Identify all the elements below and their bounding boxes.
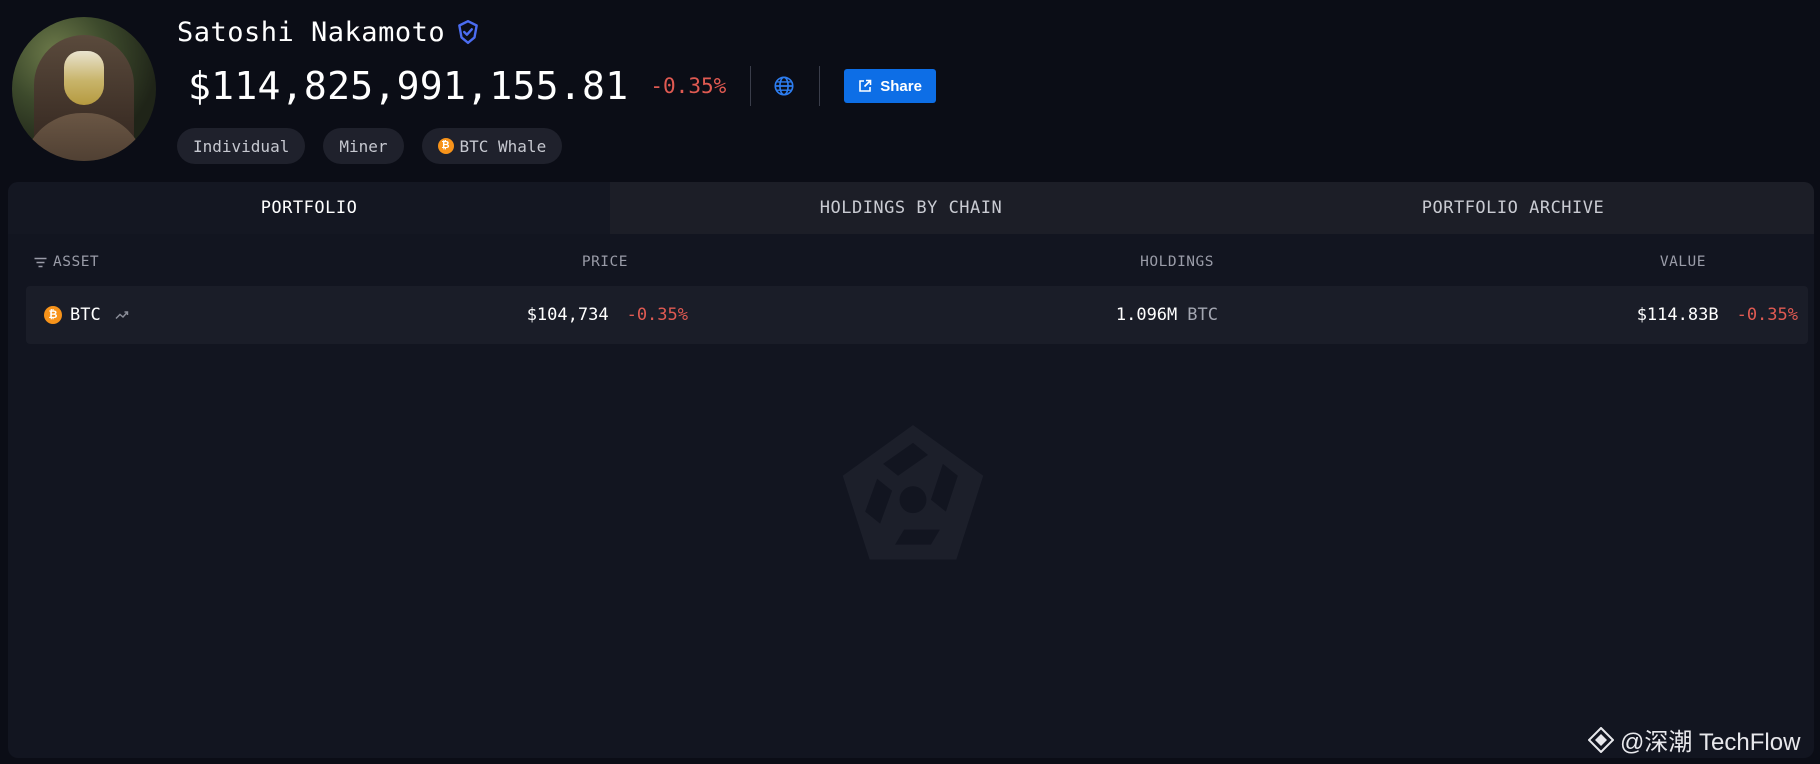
bitcoin-icon: ₿: [44, 306, 62, 324]
entity-name: Satoshi Nakamoto: [177, 16, 446, 48]
tab-portfolio[interactable]: PORTFOLIO: [8, 182, 610, 234]
tab-portfolio-archive[interactable]: PORTFOLIO ARCHIVE: [1212, 182, 1814, 234]
column-header-price[interactable]: PRICE: [582, 254, 628, 270]
tab-holdings-by-chain[interactable]: HOLDINGS BY CHAIN: [610, 182, 1212, 234]
portfolio-panel: PORTFOLIO HOLDINGS BY CHAIN PORTFOLIO AR…: [8, 182, 1814, 758]
watermark: @深潮 TechFlow: [1588, 722, 1800, 757]
asset-symbol[interactable]: BTC: [70, 305, 101, 325]
divider: [750, 66, 752, 106]
globe-icon[interactable]: [773, 75, 795, 97]
value-cell: $114.83B -0.35%: [1637, 286, 1798, 344]
entity-header: Satoshi Nakamoto $114,825,991,155.81 -0.…: [0, 0, 1820, 180]
column-header-holdings[interactable]: HOLDINGS: [1140, 254, 1214, 270]
asset-cell: ₿ BTC: [44, 286, 129, 344]
price-change: -0.35%: [626, 305, 688, 325]
price-cell: $104,734 -0.35%: [527, 286, 688, 344]
tag-individual[interactable]: Individual: [177, 128, 306, 164]
tag-label: Individual: [193, 136, 290, 156]
share-button-label: Share: [880, 77, 922, 95]
tag-btc-whale[interactable]: ₿ BTC Whale: [421, 128, 563, 164]
tag-label: BTC Whale: [459, 136, 547, 156]
holdings-amount: 1.096M: [1115, 305, 1178, 325]
entity-name-row: Satoshi Nakamoto: [177, 14, 481, 50]
value-change: -0.35%: [1736, 305, 1798, 325]
external-link-icon: [859, 79, 872, 92]
bitcoin-icon: ₿: [437, 138, 454, 154]
sort-icon: [34, 257, 47, 267]
holdings-cell: 1.096M BTC: [1116, 286, 1218, 344]
table-header: ASSET PRICE HOLDINGS VALUE: [8, 234, 1814, 290]
total-balance: $114,825,991,155.81: [188, 64, 629, 108]
divider: [819, 66, 821, 106]
asset-price: $104,734: [526, 305, 609, 325]
asset-value: $114.83B: [1636, 305, 1719, 325]
column-header-label: ASSET: [53, 254, 100, 270]
watermark-text: @深潮 TechFlow: [1620, 729, 1801, 756]
column-header-value[interactable]: VALUE: [1660, 254, 1706, 270]
table-row[interactable]: ₿ BTC $104,734 -0.35% 1.096M BTC $114.83…: [26, 286, 1808, 344]
column-header-asset[interactable]: ASSET: [34, 254, 99, 270]
holdings-unit: BTC: [1187, 305, 1218, 325]
tab-bar: PORTFOLIO HOLDINGS BY CHAIN PORTFOLIO AR…: [8, 182, 1814, 234]
verified-badge-icon: [458, 19, 478, 45]
trend-chart-icon[interactable]: [115, 310, 129, 320]
balance-change: -0.35%: [650, 74, 727, 98]
diamond-logo-icon: [1588, 726, 1614, 753]
arkham-logo-watermark-icon: [842, 424, 984, 560]
entity-tags: Individual Miner ₿ BTC Whale: [177, 128, 563, 164]
tag-miner[interactable]: Miner: [323, 128, 404, 164]
balance-row: $114,825,991,155.81 -0.35% Share: [188, 60, 936, 112]
share-button[interactable]: Share: [844, 69, 936, 103]
tag-label: Miner: [339, 136, 388, 156]
avatar: [12, 17, 156, 161]
